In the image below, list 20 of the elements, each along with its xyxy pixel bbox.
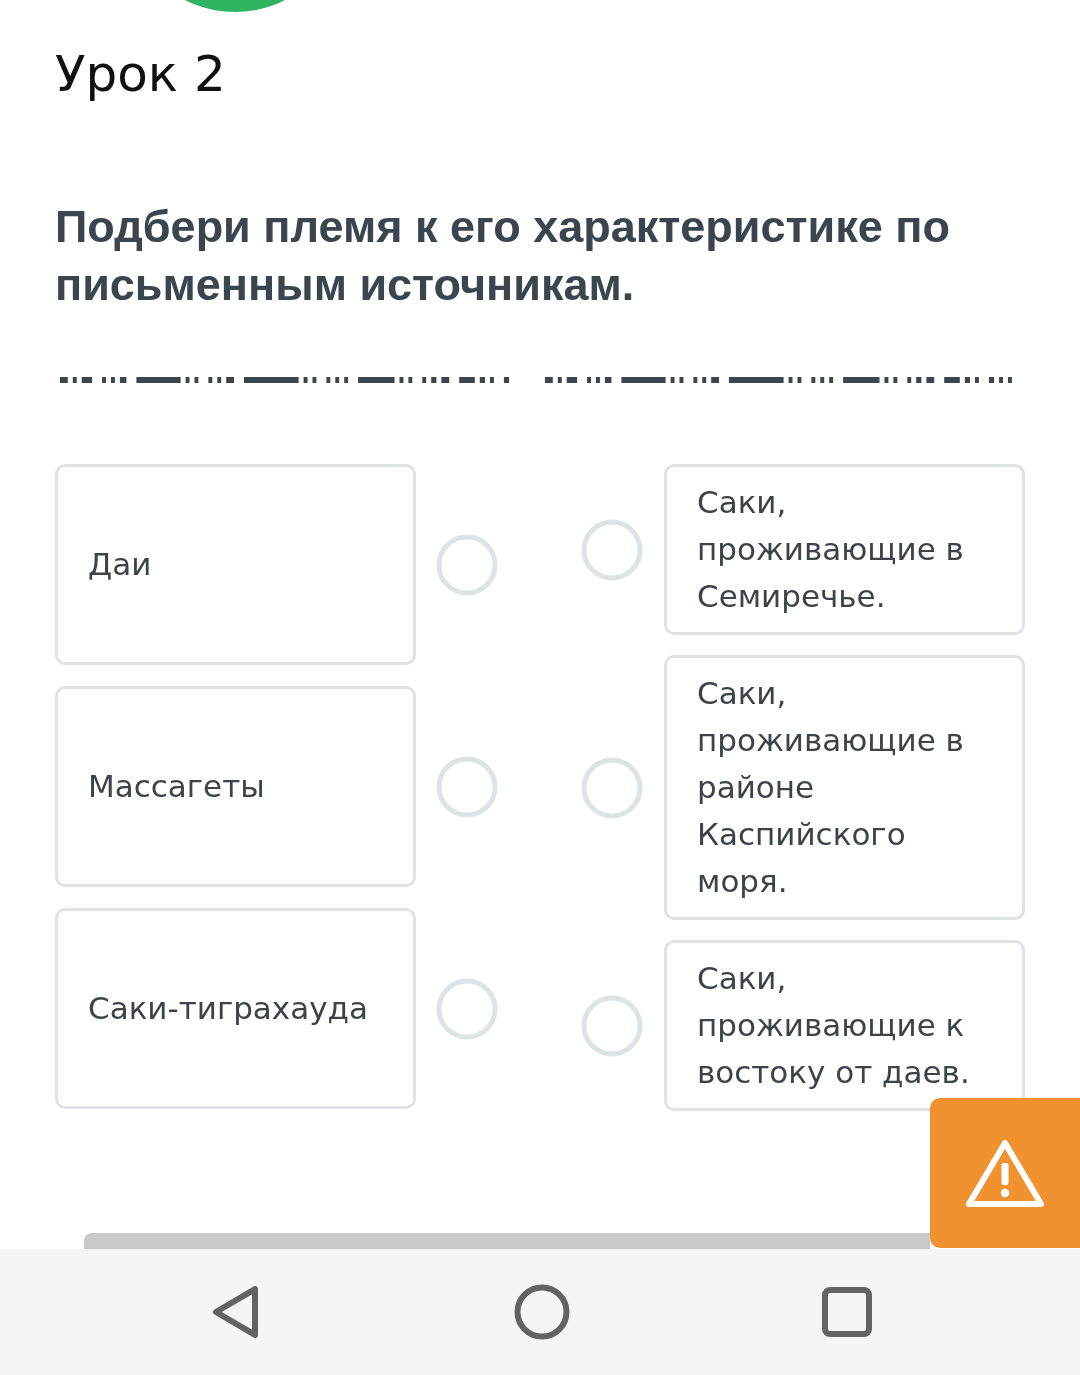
option-card[interactable]: Саки, проживающие в районе Каспийского моря. (664, 655, 1025, 920)
option-card[interactable]: Массагеты (55, 686, 416, 887)
ring-icon[interactable] (581, 518, 643, 581)
option-card[interactable]: Даи (55, 464, 416, 665)
lesson-title: Урок 2 (55, 44, 227, 105)
home-button[interactable] (514, 1284, 570, 1340)
warning-button[interactable] (930, 1098, 1080, 1248)
home-icon (514, 1284, 570, 1340)
option-card[interactable]: Саки, проживающие к востоку от даев. (664, 940, 1025, 1111)
option-card[interactable]: Саки, проживающие в Семиречье. (664, 464, 1025, 635)
ring-icon[interactable] (436, 755, 498, 818)
task-question: Подбери племя к его характеристике по письменным источникам. (55, 200, 951, 312)
ring-icon[interactable] (581, 756, 643, 819)
ring-icon[interactable] (436, 533, 498, 596)
ring-icon[interactable] (436, 977, 498, 1040)
recents-button[interactable] (822, 1287, 872, 1337)
option-card[interactable]: Саки-тиграхауда (55, 908, 416, 1109)
warning-icon (965, 1138, 1045, 1208)
square-icon (822, 1287, 872, 1337)
ring-icon[interactable] (581, 994, 643, 1057)
